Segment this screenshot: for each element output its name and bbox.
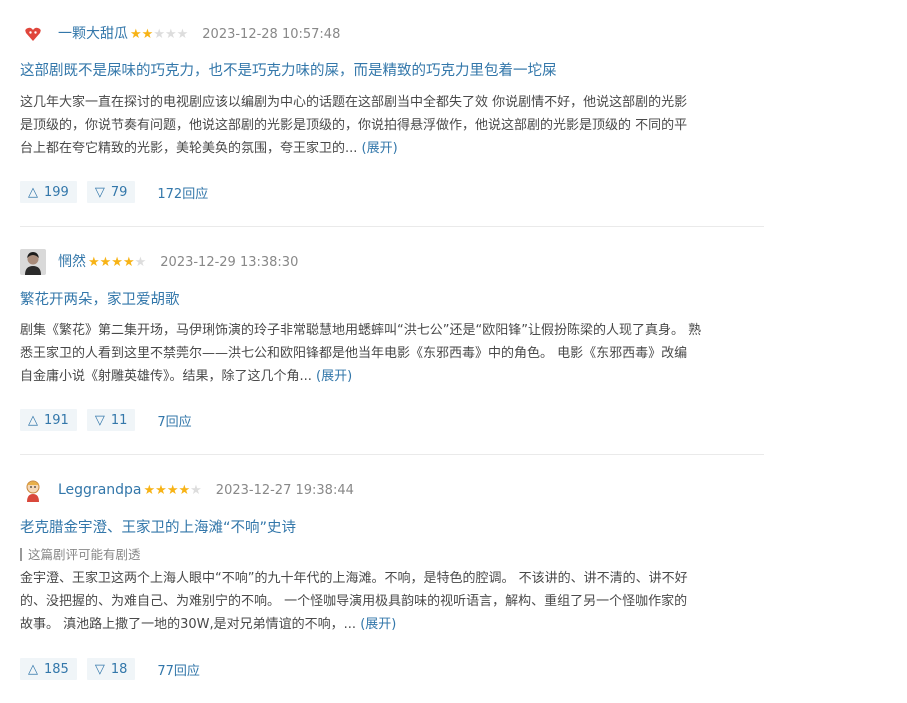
upvote-button[interactable]: △ 185 [20,658,77,680]
spoiler-notice: 这篇剧评可能有剧透 [20,548,141,561]
triangle-down-icon: ▽ [94,661,105,677]
triangle-up-icon: △ [28,661,38,677]
review-3: Leggrandpa ★★★★★ 2023-12-27 19:38:44 老克腊… [20,0,764,703]
downvote-button[interactable]: ▽ 18 [86,658,136,680]
expand-link[interactable]: (展开) [360,617,396,632]
body-line: 金宇澄、王家卫这两个上海人眼中“不响”的九十年代的上海滩。不响，是特色的腔调。 … [20,571,688,586]
author-name[interactable]: Leggrandpa [58,476,142,504]
upvote-count: 185 [44,661,69,677]
cartoon-avatar-icon [26,480,40,502]
review-title[interactable]: 老克腊金宇澄、王家卫的上海滩“不响”史诗 [20,516,296,537]
review-time: 2023-12-27 19:38:44 [215,482,354,498]
replies-link[interactable]: 77回应 [157,660,200,679]
downvote-count: 18 [110,661,128,677]
body-line: 的、没把握的、为难自己、为难别宁的不响。 一个怪咖导演用极具韵味的视听语言，解构… [20,594,688,609]
review-header: Leggrandpa ★★★★★ 2023-12-27 19:38:44 [20,476,354,504]
review-body: 金宇澄、王家卫这两个上海人眼中“不响”的九十年代的上海滩。不响，是特色的腔调。 … [20,567,762,636]
rating-stars: ★★★★★ [143,482,202,498]
avatar[interactable] [20,477,46,503]
body-line: 故事。 滇池路上撒了一地的30W,是对兄弟情谊的不响，... (展开) [20,617,397,632]
review-actions: △ 185 ▽ 18 77回应 [20,658,200,680]
